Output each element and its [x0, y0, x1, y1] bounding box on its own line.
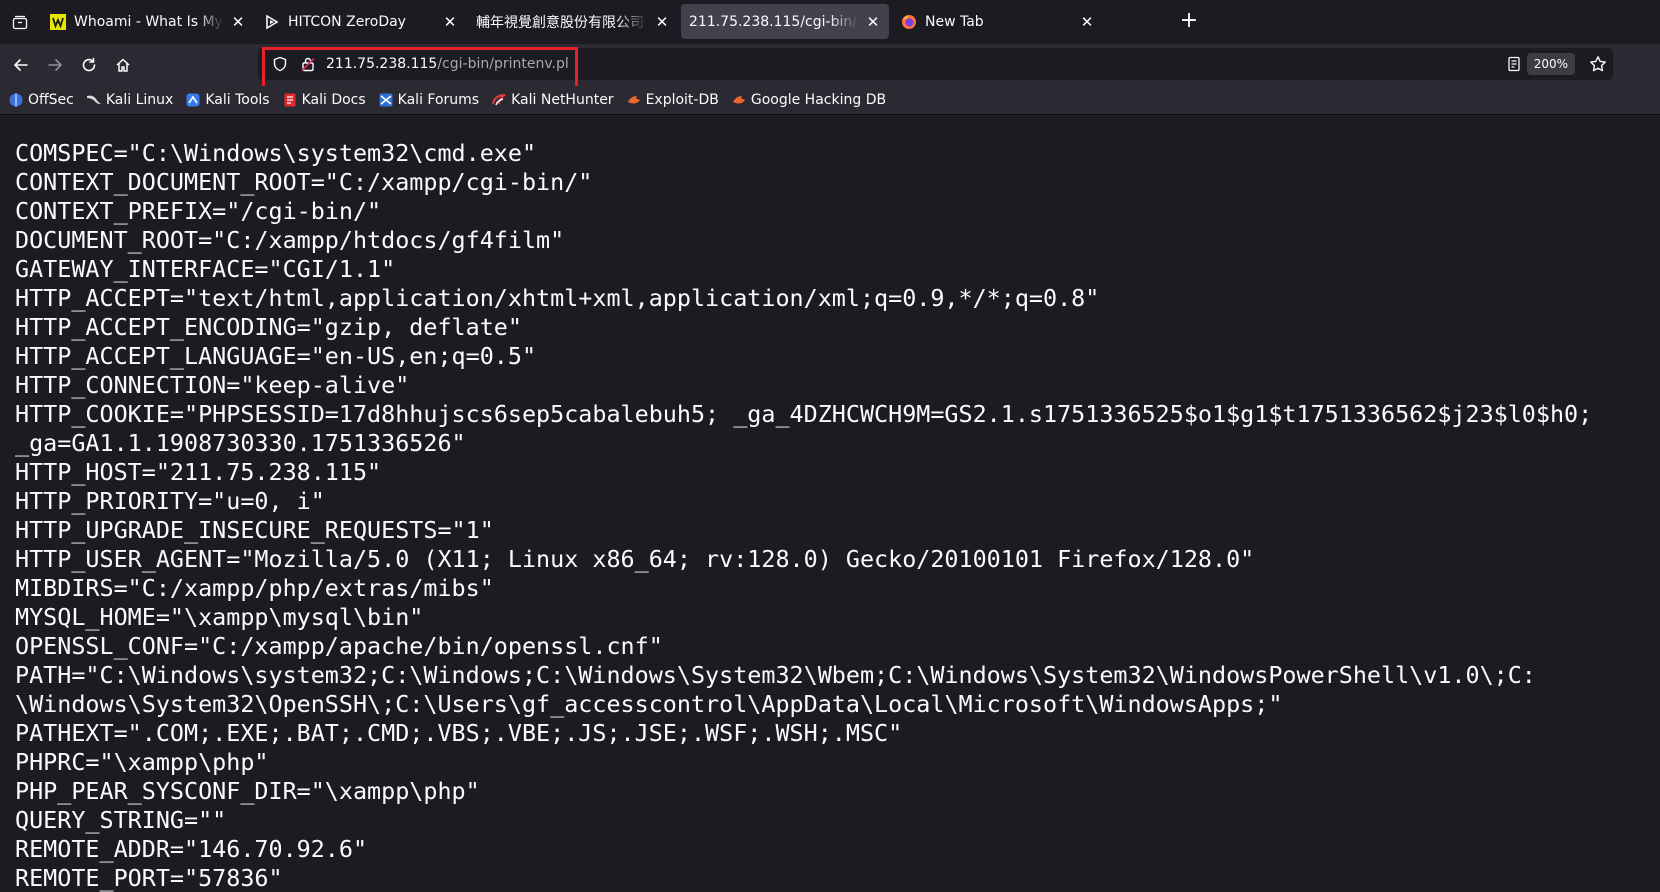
close-tab-icon[interactable]: ✕	[1079, 14, 1095, 30]
bookmark-label: Kali NetHunter	[511, 92, 614, 108]
bookmark-kali-docs[interactable]: Kali Docs	[282, 92, 366, 108]
tab-strip: Whoami - What Is My IP Address ✕ HITCON …	[0, 0, 1660, 44]
back-arrow-icon	[14, 59, 28, 71]
bookmark-google-hacking-db[interactable]: Google Hacking DB	[731, 92, 886, 108]
back-button[interactable]	[9, 53, 33, 77]
url-host: 211.75.238.115	[326, 56, 438, 72]
bookmark-label: OffSec	[28, 92, 74, 108]
tab-title: 211.75.238.115/cgi-bin/printenv.pl	[689, 13, 859, 30]
bookmarks-toolbar: OffSec Kali Linux Kali Tools Kali Docs K…	[0, 86, 1660, 114]
close-tab-icon[interactable]: ✕	[654, 14, 670, 30]
bookmark-label: Exploit-DB	[645, 92, 719, 108]
reader-view-icon[interactable]	[1506, 56, 1522, 76]
bookmark-label: Kali Forums	[397, 92, 480, 108]
environment-variables-text: COMSPEC="C:\Windows\system32\cmd.exe" CO…	[15, 139, 1593, 892]
tab-new-tab[interactable]: New Tab ✕	[893, 4, 1103, 39]
new-tab-button[interactable]: +	[1177, 10, 1201, 34]
page-content: COMSPEC="C:\Windows\system32\cmd.exe" CO…	[0, 115, 1660, 892]
kali-docs-icon	[282, 92, 298, 108]
whoami-favicon-icon	[50, 13, 66, 30]
bookmark-label: Kali Docs	[301, 92, 366, 108]
tab-whoami[interactable]: Whoami - What Is My IP Address ✕	[42, 4, 254, 39]
nethunter-icon	[491, 92, 507, 108]
offsec-icon	[8, 92, 24, 108]
kali-tools-icon	[185, 92, 201, 108]
tab-list-icon	[12, 15, 28, 30]
hitcon-favicon-icon	[264, 14, 280, 30]
bookmark-star-icon[interactable]	[1589, 55, 1607, 77]
reload-button[interactable]	[77, 53, 101, 77]
bookmark-kali-nethunter[interactable]: Kali NetHunter	[491, 92, 614, 108]
firefox-icon	[901, 14, 917, 30]
bookmark-label: Google Hacking DB	[750, 92, 887, 108]
close-tab-icon[interactable]: ✕	[865, 14, 881, 30]
url-text[interactable]: 211.75.238.115/cgi-bin/printenv.pl	[326, 48, 569, 80]
tab-title: Whoami - What Is My IP Address	[74, 13, 224, 30]
reload-icon	[82, 57, 96, 72]
bookmark-exploit-db[interactable]: Exploit-DB	[626, 92, 719, 108]
tab-title: 輔年視覺創意股份有限公司	[476, 14, 644, 31]
bookmark-label: Kali Tools	[205, 92, 270, 108]
bookmark-kali-tools[interactable]: Kali Tools	[185, 92, 270, 108]
forward-arrow-icon	[48, 59, 62, 71]
tab-printenv[interactable]: 211.75.238.115/cgi-bin/printenv.pl ✕	[681, 4, 889, 39]
tab-hitcon[interactable]: HITCON ZeroDay ✕	[256, 4, 466, 39]
bookmark-kali-linux[interactable]: Kali Linux	[86, 92, 173, 108]
tab-title: New Tab	[925, 13, 984, 30]
home-button[interactable]	[111, 53, 135, 77]
kali-forums-icon	[378, 92, 394, 108]
bookmark-kali-forums[interactable]: Kali Forums	[378, 92, 479, 108]
url-path: /cgi-bin/printenv.pl	[437, 56, 569, 72]
kali-dragon-icon	[86, 92, 102, 108]
ghdb-icon	[731, 92, 747, 108]
forward-button[interactable]	[43, 53, 67, 77]
zoom-reset-button[interactable]: 200%	[1526, 53, 1575, 75]
tab-company[interactable]: 輔年視覺創意股份有限公司 ✕	[468, 4, 678, 39]
exploit-db-icon	[626, 92, 642, 108]
bookmark-label: Kali Linux	[105, 92, 174, 108]
bookmark-offsec[interactable]: OffSec	[8, 92, 74, 108]
insecure-lock-icon[interactable]	[300, 56, 316, 76]
home-icon	[116, 58, 130, 72]
close-tab-icon[interactable]: ✕	[442, 14, 458, 30]
navigation-toolbar: 211.75.238.115/cgi-bin/printenv.pl 200%	[0, 44, 1660, 86]
url-bar[interactable]: 211.75.238.115/cgi-bin/printenv.pl 200%	[258, 48, 1613, 80]
close-tab-icon[interactable]: ✕	[230, 14, 246, 30]
tracking-protection-shield-icon[interactable]	[272, 56, 288, 76]
tab-title: HITCON ZeroDay	[288, 13, 406, 30]
list-all-tabs-button[interactable]	[8, 10, 32, 34]
